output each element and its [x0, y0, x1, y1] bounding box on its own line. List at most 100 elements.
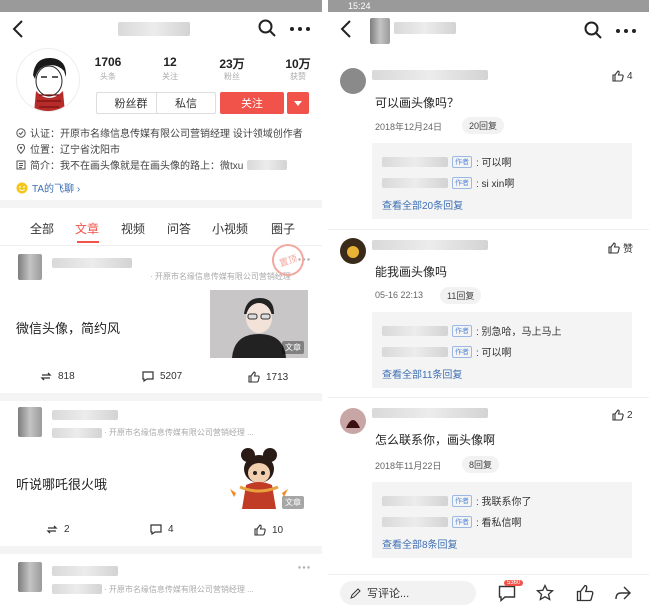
- comments-button[interactable]: 5360: [498, 580, 524, 602]
- post-title[interactable]: 微信头像，简约风: [16, 318, 120, 337]
- reply-count-pill[interactable]: 8回复: [462, 456, 500, 473]
- post-title[interactable]: 听说哪吒很火哦: [16, 474, 107, 493]
- post-more-icon[interactable]: [298, 566, 310, 569]
- share-count-value: 818: [58, 371, 75, 382]
- commenter-name-blurred[interactable]: [372, 70, 488, 80]
- like-count[interactable]: 1713: [248, 371, 288, 383]
- stat-posts-label: 头条: [100, 72, 116, 81]
- tab-videos[interactable]: 视频: [121, 220, 145, 237]
- post-thumbnail[interactable]: 文章: [210, 443, 308, 513]
- comment-like[interactable]: 4: [612, 70, 633, 82]
- favorite-button[interactable]: [536, 584, 554, 602]
- stat-following-value[interactable]: 12: [150, 55, 190, 69]
- bottom-action-bar: 写评论... 5360: [328, 574, 649, 611]
- comment-date: 2018年11月22日: [375, 461, 442, 471]
- commenter-name-blurred[interactable]: [372, 408, 488, 418]
- tab-short-videos[interactable]: 小视频: [212, 220, 248, 237]
- comment-count[interactable]: 4: [150, 524, 174, 535]
- thumbs-up-icon: [254, 524, 266, 536]
- reply-text: : si xin啊: [476, 179, 515, 190]
- author-tag: 作者: [452, 176, 472, 189]
- bio-text: 简介：我不在画头像就是在画头像的路上：微txu: [30, 161, 244, 172]
- post-thumbnail[interactable]: 文章: [210, 290, 308, 358]
- share-count[interactable]: 818: [40, 371, 75, 382]
- forward-arrow-icon: [614, 585, 632, 601]
- author-tag: 作者: [452, 494, 472, 507]
- search-icon[interactable]: [258, 19, 276, 37]
- stat-posts-value: 1706: [94, 55, 122, 69]
- see-all-replies-link[interactable]: 查看全部8条回复: [382, 536, 458, 551]
- comment-like-value: 2: [627, 409, 633, 421]
- back-arrow-icon[interactable]: [340, 20, 352, 38]
- commenter-avatar[interactable]: [340, 68, 366, 94]
- see-all-replies-link[interactable]: 查看全部11条回复: [382, 366, 462, 381]
- follow-dropdown-button[interactable]: [287, 92, 309, 114]
- reply-text: : 我联系你了: [476, 497, 532, 508]
- post-divider: [0, 393, 322, 401]
- post-author-blurred: [52, 566, 118, 576]
- reply-text: : 别急哈，马上马上: [476, 327, 562, 338]
- post-author-sub-blurred: [52, 584, 102, 594]
- reply-line: 作者 : 看私信啊: [382, 514, 522, 529]
- tab-circles[interactable]: 圈子: [271, 220, 295, 237]
- author-name-blurred: [394, 22, 456, 34]
- thumbs-up-icon: [612, 409, 624, 421]
- more-icon[interactable]: [290, 27, 310, 31]
- comment-count-value: 4: [168, 524, 174, 535]
- share-icon: [40, 371, 52, 382]
- tab-all[interactable]: 全部: [30, 220, 54, 237]
- tab-articles[interactable]: 文章: [75, 220, 99, 237]
- avatar[interactable]: [16, 48, 80, 112]
- bio-icon: [16, 160, 26, 170]
- comment-icon: [498, 585, 516, 602]
- bio-blurred: [247, 159, 288, 170]
- comment-count[interactable]: 5207: [142, 371, 182, 382]
- star-icon: [536, 584, 554, 602]
- commenter-avatar[interactable]: [340, 408, 366, 434]
- follow-button[interactable]: 关注: [220, 92, 284, 114]
- post-author-sub-blurred: [52, 428, 102, 438]
- replier-name-blurred: [382, 177, 448, 188]
- post-avatar-blurred: [18, 562, 42, 592]
- like-button[interactable]: [576, 584, 594, 602]
- comment-text: 怎么联系你，画头像啊: [375, 433, 496, 447]
- thumbs-up-icon: [576, 584, 594, 602]
- replier-name-blurred: [382, 495, 448, 506]
- certification-line: 认证：开原市名缘信息传媒有限公司营销经理 设计领域创作者: [16, 125, 303, 140]
- reply-text: : 看私信啊: [476, 518, 522, 529]
- back-arrow-icon[interactable]: [12, 20, 24, 38]
- comment-date: 05-16 22:13: [375, 290, 424, 300]
- reply-box: 作者 : 可以啊 作者 : si xin啊 查看全部20条回复: [372, 143, 632, 219]
- comment-like[interactable]: 2: [612, 409, 633, 421]
- share-button[interactable]: [614, 585, 632, 601]
- share-count[interactable]: 2: [46, 524, 70, 535]
- reply-count-pill[interactable]: 11回复: [440, 287, 482, 304]
- comment-like[interactable]: 赞: [608, 240, 633, 255]
- reply-text: : 可以啊: [476, 348, 512, 359]
- message-button[interactable]: 私信: [156, 92, 216, 114]
- like-count-value: 1713: [266, 371, 289, 383]
- section-divider: [0, 200, 322, 208]
- commenter-avatar[interactable]: [340, 238, 366, 264]
- replier-name-blurred: [382, 516, 448, 527]
- tab-qa[interactable]: 问答: [167, 220, 191, 237]
- search-icon[interactable]: [584, 21, 602, 39]
- post-subtitle: · 开原市名缘信息传媒有限公司营销经理: [150, 272, 291, 281]
- top-bar: [0, 12, 322, 48]
- reply-count-pill[interactable]: 20回复: [462, 117, 505, 134]
- feiliao-link[interactable]: TA的飞聊 ›: [16, 180, 80, 195]
- comment-divider: [328, 397, 649, 398]
- commenter-name-blurred[interactable]: [372, 240, 488, 250]
- write-comment-input[interactable]: 写评论...: [340, 581, 476, 605]
- certification-text: 认证：开原市名缘信息传媒有限公司营销经理 设计领域创作者: [30, 129, 303, 140]
- pencil-icon: [350, 587, 361, 599]
- replier-name-blurred: [382, 325, 448, 336]
- stat-fans-value[interactable]: 23万: [212, 55, 252, 72]
- post-avatar-blurred: [18, 407, 42, 437]
- like-count[interactable]: 10: [254, 524, 283, 536]
- reply-line: 作者 : 我联系你了: [382, 493, 532, 508]
- more-icon[interactable]: [616, 29, 636, 33]
- see-all-replies-link[interactable]: 查看全部20条回复: [382, 197, 463, 212]
- thumbs-up-icon: [248, 371, 260, 383]
- reply-line: 作者 : 别急哈，马上马上: [382, 323, 562, 338]
